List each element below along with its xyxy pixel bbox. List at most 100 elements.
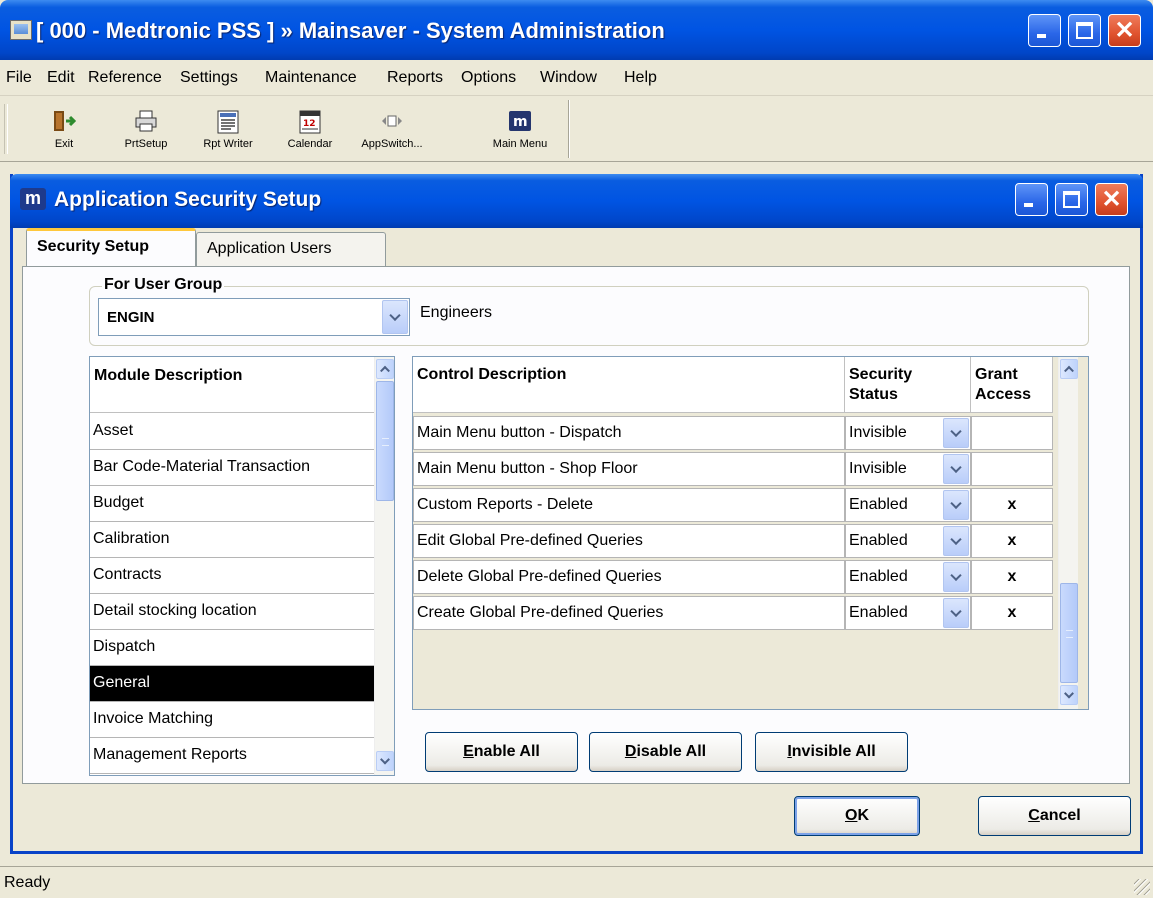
- security-status-header: Security Status: [845, 357, 971, 413]
- menu-edit[interactable]: Edit: [47, 69, 75, 87]
- security-status-select[interactable]: Enabled: [845, 524, 971, 558]
- chevron-up-icon: [380, 365, 390, 376]
- window-title: [ 000 - Medtronic PSS ] » Mainsaver - Sy…: [36, 18, 665, 43]
- close-button[interactable]: ✕: [1108, 14, 1141, 47]
- invisible-all-button[interactable]: Invisible All: [755, 732, 908, 772]
- mainsaver-app-icon[interactable]: [10, 20, 32, 40]
- grant-access-header: Grant Access: [971, 357, 1053, 413]
- control-description-header: Control Description: [413, 357, 845, 413]
- child-maximize-button[interactable]: [1055, 183, 1088, 216]
- scroll-thumb[interactable]: [1060, 583, 1078, 683]
- security-status-select[interactable]: Enabled: [845, 488, 971, 522]
- menu-window[interactable]: Window: [540, 69, 597, 87]
- toolbar-grip[interactable]: [4, 104, 8, 154]
- control-description-cell[interactable]: Edit Global Pre-defined Queries: [413, 524, 845, 558]
- app-switch-button[interactable]: AppSwitch...: [346, 100, 438, 158]
- disable-all-mnemonic: D: [624, 743, 637, 760]
- calendar-button[interactable]: 12 Calendar: [272, 100, 348, 158]
- list-item[interactable]: Detail stocking location: [90, 594, 374, 630]
- control-description-cell[interactable]: Create Global Pre-defined Queries: [413, 596, 845, 630]
- security-status-dropdown-button[interactable]: [943, 562, 969, 592]
- security-status-select[interactable]: Enabled: [845, 560, 971, 594]
- security-status-dropdown-button[interactable]: [943, 490, 969, 520]
- tab-security-setup[interactable]: Security Setup: [26, 228, 196, 266]
- cancel-button[interactable]: Cancel: [978, 796, 1131, 836]
- scroll-up-button[interactable]: [1060, 359, 1078, 379]
- menu-reference[interactable]: Reference: [88, 69, 162, 87]
- ok-mnemonic: O: [844, 807, 858, 824]
- chevron-down-icon: [950, 533, 962, 546]
- grant-access-cell[interactable]: x: [971, 524, 1053, 558]
- menu-reports[interactable]: Reports: [387, 69, 443, 87]
- grant-access-cell[interactable]: x: [971, 560, 1053, 594]
- module-scrollbar[interactable]: [374, 357, 394, 775]
- menu-file[interactable]: File: [6, 69, 32, 87]
- list-item[interactable]: Contracts: [90, 558, 374, 594]
- grant-access-cell[interactable]: [971, 452, 1053, 486]
- scroll-down-button[interactable]: [1060, 685, 1078, 705]
- menu-maintenance[interactable]: Maintenance: [265, 69, 357, 87]
- close-icon: ✕: [1114, 17, 1135, 44]
- disable-all-label: isable All: [636, 743, 707, 760]
- child-close-button[interactable]: ✕: [1095, 183, 1128, 216]
- menu-settings[interactable]: Settings: [180, 69, 238, 87]
- minimize-button[interactable]: [1028, 14, 1061, 47]
- security-status-dropdown-button[interactable]: [943, 454, 969, 484]
- grant-access-cell[interactable]: [971, 416, 1053, 450]
- list-item-selected[interactable]: General: [90, 666, 374, 702]
- control-description-cell[interactable]: Main Menu button - Dispatch: [413, 416, 845, 450]
- resize-grip-icon[interactable]: [1134, 879, 1150, 895]
- exit-button[interactable]: Exit: [26, 100, 102, 158]
- list-item[interactable]: Bar Code-Material Transaction: [90, 450, 374, 486]
- maximize-icon: [1063, 191, 1080, 208]
- grant-access-cell[interactable]: x: [971, 596, 1053, 630]
- report-writer-icon: [217, 110, 239, 134]
- cancel-label: ancel: [1039, 807, 1081, 824]
- control-description-cell[interactable]: Custom Reports - Delete: [413, 488, 845, 522]
- user-group-description: Engineers: [420, 304, 493, 321]
- disable-all-button[interactable]: Disable All: [589, 732, 742, 772]
- grant-access-cell[interactable]: x: [971, 488, 1053, 522]
- menu-help[interactable]: Help: [624, 69, 657, 87]
- list-item[interactable]: Asset: [90, 414, 374, 450]
- user-group-select[interactable]: ENGIN: [98, 298, 410, 336]
- report-writer-button[interactable]: Rpt Writer: [190, 100, 266, 158]
- scroll-down-button[interactable]: [376, 751, 394, 771]
- enable-all-button[interactable]: Enable All: [425, 732, 578, 772]
- report-writer-label: Rpt Writer: [203, 138, 253, 150]
- list-item[interactable]: Dispatch: [90, 630, 374, 666]
- control-description-cell[interactable]: Delete Global Pre-defined Queries: [413, 560, 845, 594]
- control-description-cell[interactable]: Main Menu button - Shop Floor: [413, 452, 845, 486]
- svg-text:m: m: [513, 114, 528, 130]
- app-switch-icon: [382, 115, 402, 127]
- main-menu-button[interactable]: m Main Menu: [482, 100, 558, 158]
- child-minimize-button[interactable]: [1015, 183, 1048, 216]
- security-status-dropdown-button[interactable]: [943, 526, 969, 556]
- security-status-select[interactable]: Invisible: [845, 416, 971, 450]
- printer-setup-button[interactable]: PrtSetup: [108, 100, 184, 158]
- list-item[interactable]: Management Reports: [90, 738, 374, 774]
- list-item[interactable]: Calibration: [90, 522, 374, 558]
- maximize-button[interactable]: [1068, 14, 1101, 47]
- user-group-dropdown-button[interactable]: [382, 300, 408, 334]
- list-item[interactable]: Invoice Matching: [90, 702, 374, 738]
- scroll-thumb[interactable]: [376, 381, 394, 501]
- security-status-dropdown-button[interactable]: [943, 598, 969, 628]
- scroll-up-button[interactable]: [376, 359, 394, 379]
- tab-application-users[interactable]: Application Users: [196, 232, 386, 266]
- security-status-select[interactable]: Enabled: [845, 596, 971, 630]
- security-status-select[interactable]: Invisible: [845, 452, 971, 486]
- security-status-dropdown-button[interactable]: [943, 418, 969, 448]
- chevron-down-icon: [380, 754, 390, 765]
- security-status-value: Enabled: [849, 568, 908, 585]
- ok-button[interactable]: OK: [794, 796, 920, 836]
- calendar-label: Calendar: [287, 138, 333, 150]
- mainsaver-window-icon[interactable]: m: [20, 188, 46, 210]
- security-status-value: Invisible: [849, 460, 907, 477]
- toolbar: Exit PrtSetup Rpt Writer 12 Calendar App…: [0, 96, 1153, 162]
- control-grid: Control Description Security Status Gran…: [412, 356, 1089, 710]
- control-scrollbar[interactable]: [1058, 357, 1078, 709]
- list-item[interactable]: Budget: [90, 486, 374, 522]
- grant-access-header-line1: Grant: [975, 366, 1018, 383]
- menu-options[interactable]: Options: [461, 69, 516, 87]
